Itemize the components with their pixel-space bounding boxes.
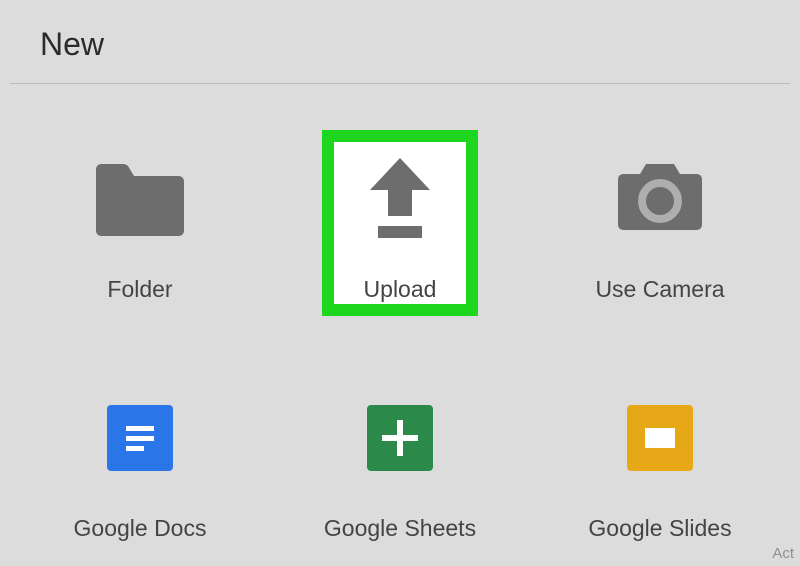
option-google-docs[interactable]: Google Docs xyxy=(10,383,270,542)
option-use-camera-label: Use Camera xyxy=(595,276,724,303)
option-folder-label: Folder xyxy=(107,276,172,303)
folder-icon xyxy=(90,144,190,254)
options-grid: Folder Upload Use Camera xyxy=(0,84,800,542)
option-upload[interactable]: Upload xyxy=(270,144,530,303)
option-google-docs-label: Google Docs xyxy=(74,515,207,542)
option-google-sheets-label: Google Sheets xyxy=(324,515,476,542)
camera-icon xyxy=(610,144,710,254)
option-use-camera[interactable]: Use Camera xyxy=(530,144,790,303)
google-docs-icon xyxy=(107,383,173,493)
google-sheets-icon xyxy=(367,383,433,493)
option-google-slides[interactable]: Google Slides xyxy=(530,383,790,542)
option-google-sheets[interactable]: Google Sheets xyxy=(270,383,530,542)
option-upload-label: Upload xyxy=(364,276,437,303)
page-title: New xyxy=(40,26,760,63)
upload-icon xyxy=(360,144,440,254)
google-slides-icon xyxy=(627,383,693,493)
header: New xyxy=(0,0,800,83)
option-folder[interactable]: Folder xyxy=(10,144,270,303)
watermark-text: Act xyxy=(772,545,794,562)
option-google-slides-label: Google Slides xyxy=(588,515,731,542)
